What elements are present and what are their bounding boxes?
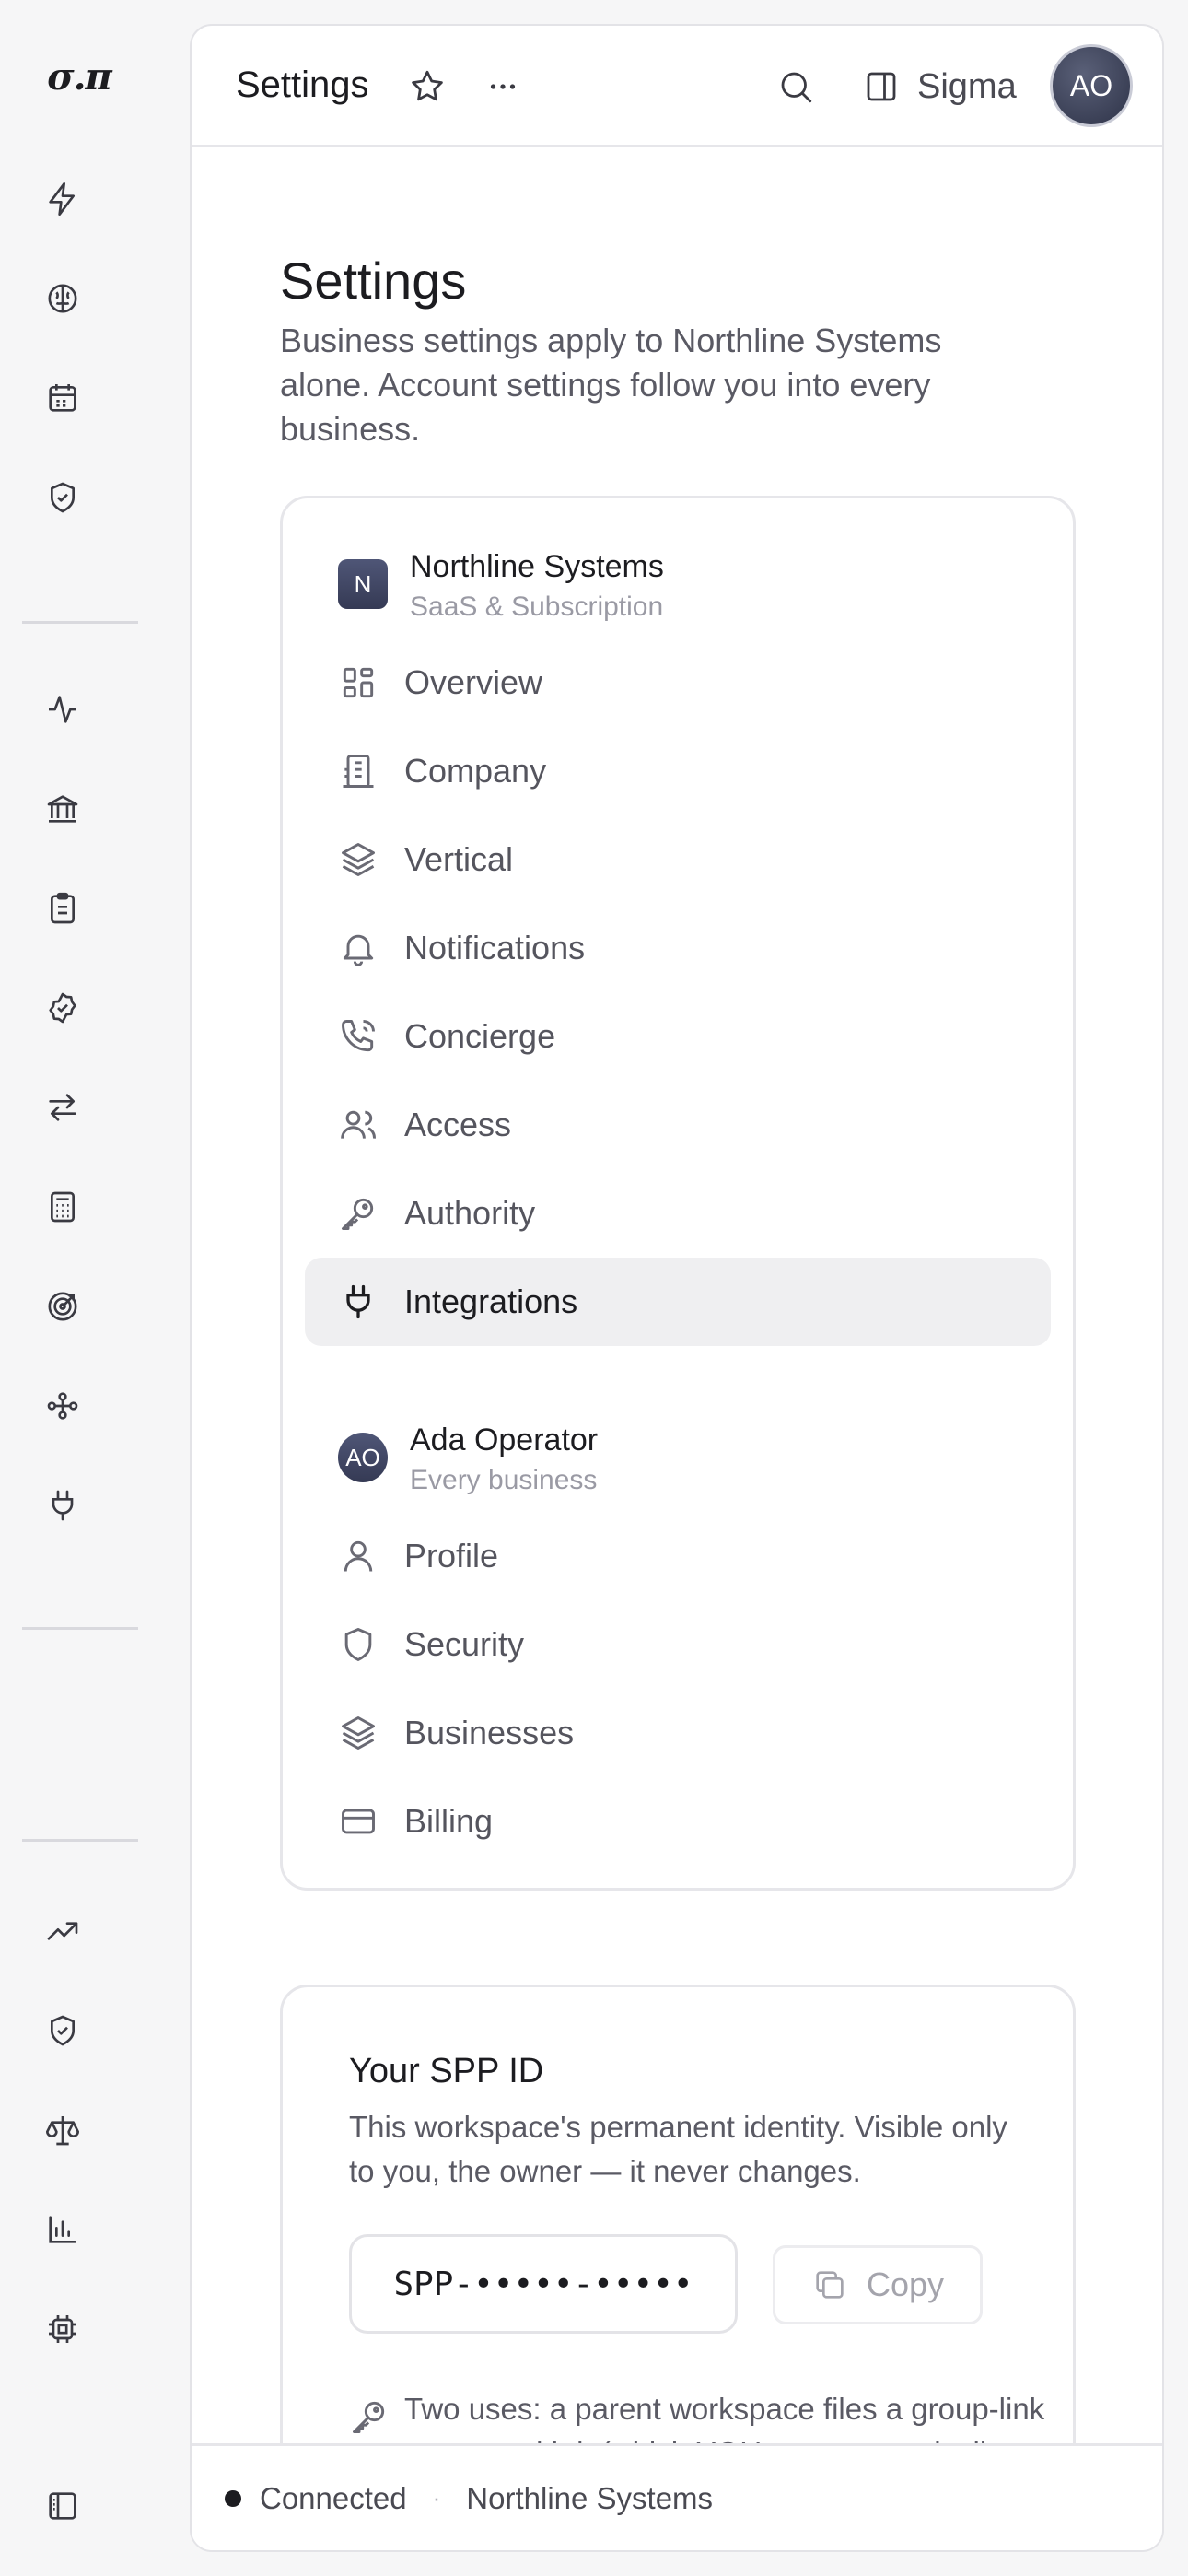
nav-item-label: Notifications xyxy=(404,929,586,966)
page-description: Business settings apply to Northline Sys… xyxy=(280,322,942,448)
more-icon[interactable] xyxy=(479,63,527,111)
page-title: Settings xyxy=(280,252,467,310)
key-icon xyxy=(338,1193,379,1234)
nav-item-billing[interactable]: Billing xyxy=(305,1777,1051,1866)
star-icon[interactable] xyxy=(403,63,451,111)
nav-item-vertical[interactable]: Vertical xyxy=(305,815,1051,904)
workspace-switcher[interactable]: Sigma xyxy=(862,63,1017,111)
spp-title: Your SPP ID xyxy=(349,2052,544,2090)
business-group-header: N Northline Systems SaaS & Subscription xyxy=(338,546,664,627)
main-panel: Settings Sigma AO Settings Business sett… xyxy=(190,24,1164,2552)
grid-icon xyxy=(338,662,379,703)
spp-description: This workspace's permanent identity. Vis… xyxy=(349,2110,1007,2188)
connection-status: Connected xyxy=(260,2480,407,2515)
nav-item-label: Company xyxy=(404,752,547,790)
user-avatar[interactable]: AO xyxy=(1050,44,1133,127)
status-dot xyxy=(225,2489,241,2507)
account-avatar: AO xyxy=(338,1433,388,1482)
scale-icon[interactable] xyxy=(41,2108,85,2152)
business-name: Northline Systems xyxy=(410,549,664,584)
nav-item-notifications[interactable]: Notifications xyxy=(305,904,1051,992)
building-icon xyxy=(338,751,379,791)
brain-icon[interactable] xyxy=(41,276,85,321)
rail-divider xyxy=(22,621,138,624)
nav-item-label: Profile xyxy=(404,1537,499,1575)
nav-item-businesses[interactable]: Businesses xyxy=(305,1689,1051,1777)
topbar-title: Settings xyxy=(236,64,369,105)
nav-item-integrations[interactable]: Integrations xyxy=(305,1258,1051,1346)
bell-icon xyxy=(338,928,379,968)
calculator-icon[interactable] xyxy=(41,1185,85,1229)
shield-check-icon[interactable] xyxy=(41,475,85,520)
status-separator: · xyxy=(432,2484,441,2512)
nav-item-label: Access xyxy=(404,1106,512,1143)
calendar-icon[interactable] xyxy=(41,376,85,420)
nav-item-security[interactable]: Security xyxy=(305,1600,1051,1689)
business-badge: N xyxy=(338,559,388,609)
plug-icon xyxy=(338,1282,379,1322)
workflow-icon[interactable] xyxy=(41,1384,85,1428)
nav-item-profile[interactable]: Profile xyxy=(305,1512,1051,1600)
nav-item-label: Vertical xyxy=(404,840,514,878)
nav-item-label: Overview xyxy=(404,663,543,701)
lightning-icon[interactable] xyxy=(41,177,85,221)
nav-item-concierge[interactable]: Concierge xyxy=(305,992,1051,1081)
top-bar: Settings Sigma AO xyxy=(192,26,1162,147)
search-icon[interactable] xyxy=(772,63,820,111)
nav-item-overview[interactable]: Overview xyxy=(305,638,1051,727)
arrows-swap-icon[interactable] xyxy=(41,1085,85,1130)
trending-up-icon[interactable] xyxy=(41,1909,85,1953)
copy-icon xyxy=(816,2271,844,2299)
layers-icon xyxy=(338,839,379,880)
phone-icon xyxy=(338,1016,379,1057)
bank-icon[interactable] xyxy=(41,787,85,831)
cpu-icon[interactable] xyxy=(41,2307,85,2351)
nav-item-authority[interactable]: Authority xyxy=(305,1169,1051,1258)
plug-icon[interactable] xyxy=(41,1483,85,1528)
target-icon[interactable] xyxy=(41,1284,85,1329)
panel-icon xyxy=(867,72,896,101)
users-icon xyxy=(338,1105,379,1145)
account-name: Ada Operator xyxy=(410,1423,599,1458)
user-icon xyxy=(338,1536,379,1576)
shield-icon xyxy=(338,1624,379,1665)
copy-label: Copy xyxy=(866,2266,945,2303)
nav-item-label: Billing xyxy=(404,1802,494,1840)
rail-divider xyxy=(22,1627,138,1630)
layers-icon xyxy=(338,1713,379,1753)
settings-nav-card: N Northline Systems SaaS & Subscription … xyxy=(280,496,1076,1891)
workspace-label: Sigma xyxy=(917,66,1017,106)
credit-card-icon xyxy=(338,1801,379,1842)
app-logo[interactable]: σ.π xyxy=(37,57,122,98)
nav-item-access[interactable]: Access xyxy=(305,1081,1051,1169)
rail-divider xyxy=(22,1839,138,1842)
copy-button[interactable]: Copy xyxy=(773,2245,983,2324)
account-subtitle: Every business xyxy=(410,1465,598,1495)
account-group-header: AO Ada Operator Every business xyxy=(338,1420,598,1501)
shield-check-icon[interactable] xyxy=(41,2008,85,2053)
left-rail: σ.π xyxy=(0,0,158,2576)
sidebar-toggle-icon[interactable] xyxy=(41,2484,85,2528)
key-icon xyxy=(349,2396,390,2437)
business-subtitle: SaaS & Subscription xyxy=(410,591,664,622)
nav-item-label: Businesses xyxy=(404,1714,575,1751)
nav-item-label: Concierge xyxy=(404,1017,556,1055)
nav-item-company[interactable]: Company xyxy=(305,727,1051,815)
status-bar: Connected · Northline Systems xyxy=(192,2443,1162,2550)
badge-check-icon[interactable] xyxy=(41,986,85,1030)
spp-id-field[interactable]: SPP-•••••-••••• xyxy=(349,2234,738,2334)
nav-item-label: Integrations xyxy=(404,1282,578,1320)
nav-item-label: Security xyxy=(404,1625,525,1663)
bar-chart-icon[interactable] xyxy=(41,2207,85,2252)
nav-item-label: Authority xyxy=(404,1194,536,1232)
activity-icon[interactable] xyxy=(41,687,85,732)
status-workspace: Northline Systems xyxy=(466,2480,714,2515)
clipboard-icon[interactable] xyxy=(41,886,85,931)
